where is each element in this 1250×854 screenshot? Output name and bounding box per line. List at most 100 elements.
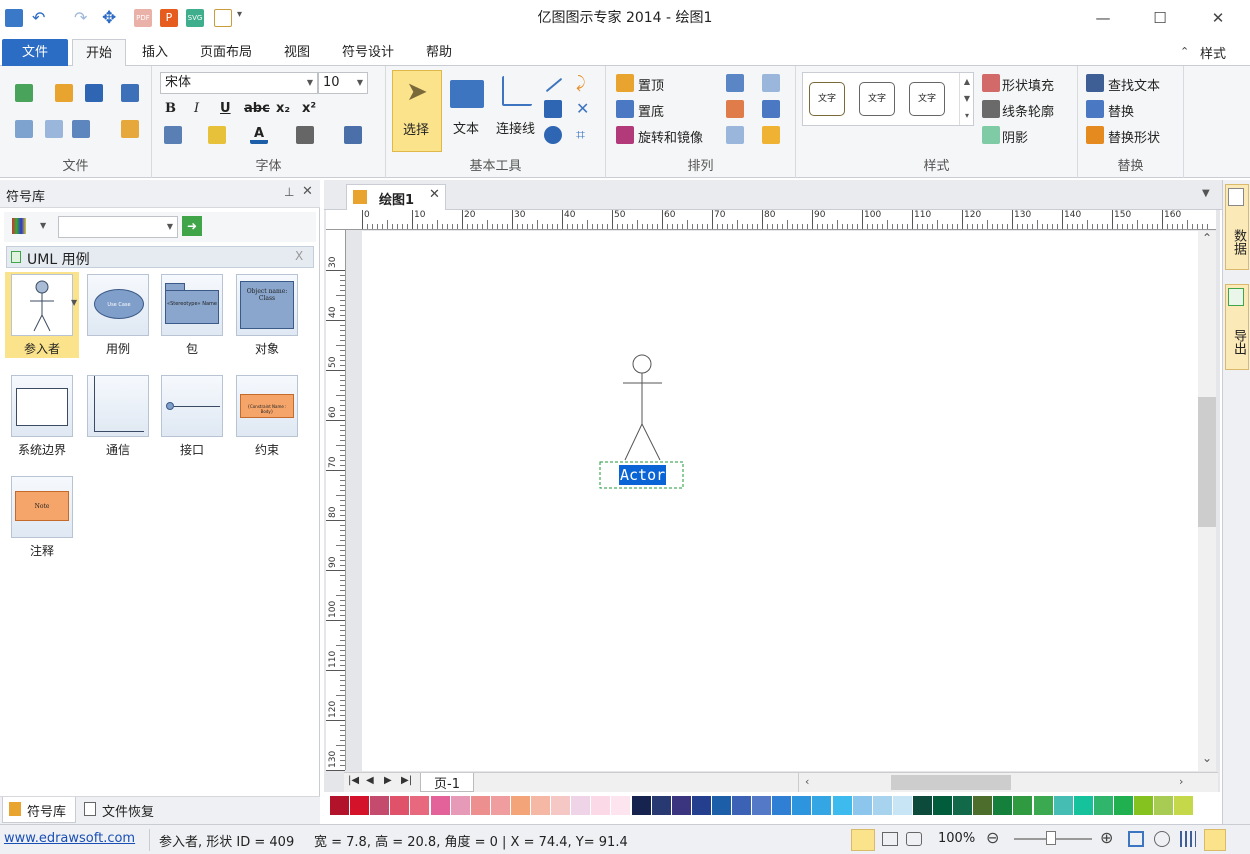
app-icon[interactable] [5, 9, 23, 27]
first-page-icon[interactable]: |◀ [348, 775, 359, 786]
collapse-ribbon-icon[interactable]: ⌃ [1180, 45, 1189, 58]
horizontal-scroll-thumb[interactable] [891, 775, 1011, 790]
italic-button[interactable]: I [194, 101, 199, 116]
scroll-up-icon[interactable]: ⌃ [1202, 231, 1212, 245]
color-swatch[interactable] [450, 796, 470, 815]
gallery-scroll[interactable]: ▲ ▼ ▾ [959, 73, 974, 125]
tab-insert[interactable]: 插入 [130, 39, 180, 66]
last-page-icon[interactable]: ▶| [401, 775, 412, 786]
library-search-input[interactable]: ▼ [58, 216, 178, 238]
color-swatch[interactable] [711, 796, 731, 815]
color-swatch[interactable] [872, 796, 892, 815]
shape-package[interactable]: «Stereotype» Name 包 [155, 274, 229, 357]
ellipse-icon[interactable] [544, 126, 562, 144]
shape-fill-label[interactable]: 形状填充 [1002, 75, 1054, 94]
horizontal-scrollbar[interactable]: ‹ › [798, 773, 1216, 792]
scroll-down-icon[interactable]: ⌄ [1202, 751, 1212, 765]
line-outline-label[interactable]: 线条轮廓 [1002, 101, 1054, 120]
drawing-page[interactable]: Actor [362, 231, 1198, 771]
open-icon[interactable] [55, 84, 73, 102]
color-swatch[interactable] [651, 796, 671, 815]
tab-file[interactable]: 文件 [2, 39, 68, 66]
shape-object[interactable]: Object name: Class 对象 [230, 274, 304, 357]
tab-symbol-design[interactable]: 符号设计 [330, 39, 406, 66]
color-swatch[interactable] [772, 796, 792, 815]
style-preview-2[interactable]: 文字 [859, 82, 895, 116]
chevron-down-icon[interactable]: ▼ [71, 298, 77, 307]
paste-icon[interactable] [72, 120, 90, 138]
color-swatch[interactable] [1134, 796, 1153, 815]
color-swatch[interactable] [1154, 796, 1174, 815]
style-preview-3[interactable]: 文字 [909, 82, 945, 116]
tab-page-layout[interactable]: 页面布局 [188, 39, 264, 66]
export-svg-icon[interactable]: SVG [186, 9, 204, 27]
tab-help[interactable]: 帮助 [414, 39, 464, 66]
color-swatch[interactable] [591, 796, 611, 815]
rotate-mirror-label[interactable]: 旋转和镜像 [638, 127, 703, 146]
tab-view[interactable]: 视图 [272, 39, 322, 66]
line-spacing-icon[interactable] [164, 126, 182, 144]
replace-shape-icon[interactable] [1086, 126, 1104, 144]
font-name-select[interactable]: 宋体 ▼ [160, 72, 318, 94]
undo-icon[interactable]: ↶ [32, 9, 50, 27]
text-tool-label[interactable]: 文本 [453, 118, 479, 137]
color-swatch[interactable] [933, 796, 952, 815]
align-shapes-icon[interactable] [726, 74, 744, 92]
size-icon[interactable] [726, 100, 744, 118]
pin-icon[interactable]: ⊥ [284, 185, 294, 199]
style-menu[interactable]: 样式 [1200, 43, 1226, 62]
zoom-tool-icon[interactable] [1154, 831, 1170, 847]
color-swatch[interactable] [752, 796, 772, 815]
save-icon[interactable] [85, 84, 103, 102]
page-view-button[interactable] [851, 829, 875, 851]
send-to-back-icon[interactable] [616, 100, 634, 118]
shape-system-boundary[interactable]: 系统边界 [5, 375, 79, 458]
export-ppt-icon[interactable]: P [160, 9, 178, 27]
color-swatch[interactable] [1174, 796, 1194, 815]
close-button[interactable]: ✕ [1208, 8, 1228, 28]
chevron-down-icon[interactable]: ▼ [40, 221, 46, 230]
next-page-icon[interactable]: ▶ [384, 775, 392, 786]
bring-to-front-icon[interactable] [616, 74, 634, 92]
prev-page-icon[interactable]: ◀ [366, 775, 374, 786]
document-tab[interactable]: 绘图1 ✕ [346, 184, 446, 210]
color-swatch[interactable] [732, 796, 751, 815]
actor-label[interactable]: Actor [619, 465, 667, 485]
bullets-icon[interactable] [344, 126, 362, 144]
color-swatch[interactable] [792, 796, 812, 815]
presentation-icon[interactable] [906, 832, 922, 846]
color-swatch[interactable] [1093, 796, 1113, 815]
style-preview-1[interactable]: 文字 [809, 82, 845, 116]
zoom-slider-handle[interactable] [1046, 831, 1056, 845]
find-icon[interactable] [1086, 74, 1104, 92]
cut-icon[interactable] [15, 120, 33, 138]
crop-icon[interactable]: ⌗ [576, 126, 594, 144]
color-swatch[interactable] [812, 796, 832, 815]
replace-shape-label[interactable]: 替换形状 [1108, 127, 1160, 146]
redo-icon[interactable]: ↷ [74, 9, 92, 27]
color-swatch[interactable] [892, 796, 912, 815]
library-categories-icon[interactable] [12, 218, 26, 234]
color-swatch[interactable] [832, 796, 852, 815]
lock-icon[interactable] [762, 126, 780, 144]
color-swatch[interactable] [350, 796, 370, 815]
export-pdf-icon[interactable]: PDF [134, 9, 152, 27]
shape-note[interactable]: Note 注释 [5, 476, 79, 559]
highlight-icon[interactable] [208, 126, 226, 144]
color-swatch[interactable] [390, 796, 410, 815]
line-icon[interactable] [545, 77, 563, 93]
color-swatch[interactable] [1013, 796, 1033, 815]
scroll-right-icon[interactable]: › [1179, 775, 1183, 788]
library-category-header[interactable]: UML 用例 X [6, 246, 314, 268]
color-swatch[interactable] [1113, 796, 1133, 815]
color-swatch[interactable] [1053, 796, 1073, 815]
text-tool-icon[interactable] [450, 80, 484, 108]
color-swatch[interactable] [993, 796, 1013, 815]
color-swatch[interactable] [571, 796, 591, 815]
fullscreen-button[interactable] [1204, 829, 1226, 851]
fit-page-icon[interactable] [1128, 831, 1144, 847]
color-swatch[interactable] [631, 796, 651, 815]
color-swatch[interactable] [611, 796, 631, 815]
format-painter-icon[interactable] [121, 120, 139, 138]
connector-label[interactable]: 连接线 [496, 118, 535, 137]
